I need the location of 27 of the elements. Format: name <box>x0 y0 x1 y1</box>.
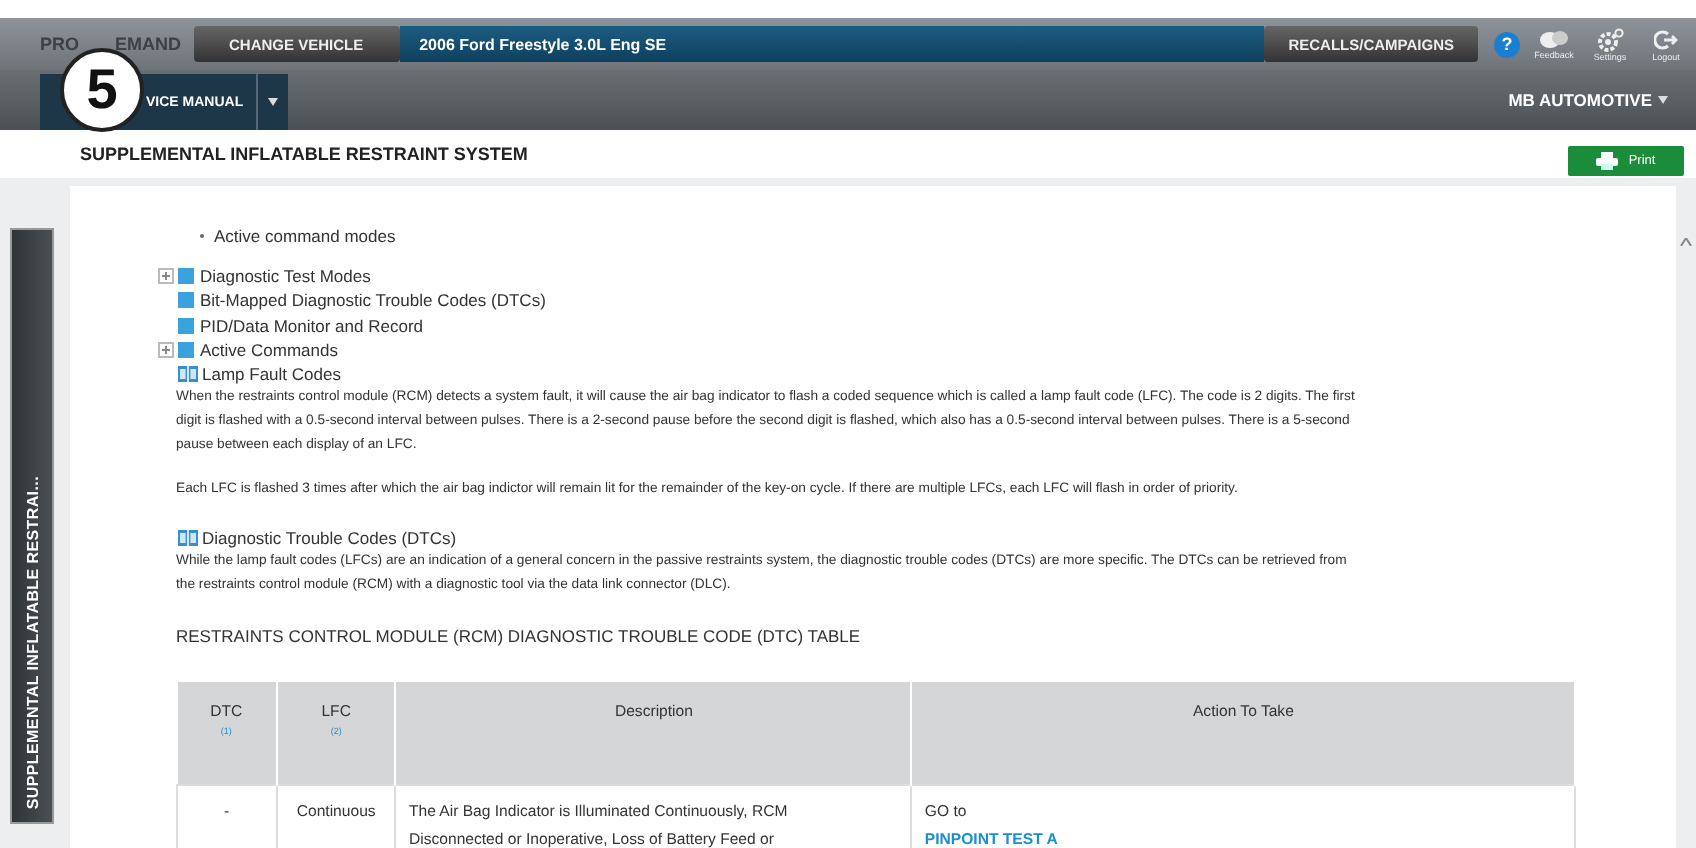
account-menu[interactable]: MB AUTOMOTIVE <box>1496 88 1680 112</box>
list-item: Active command modes <box>214 226 396 246</box>
table-title: RESTRAINTS CONTROL MODULE (RCM) DIAGNOSTIC TROUBLE CODE (DTC) TABLE <box>176 626 863 647</box>
book-icon <box>178 530 198 547</box>
topic-link[interactable]: Bit-Mapped Diagnostic Trouble Codes (DTCs) <box>200 290 546 311</box>
topic-link[interactable]: Active Commands <box>200 340 338 361</box>
topic-link[interactable]: PID/Data Monitor and Record <box>200 315 423 336</box>
side-tab-label: SUPPLEMENTAL INFLATABLE RESTRAI... <box>23 476 41 810</box>
printer-icon <box>1596 151 1619 169</box>
logout-icon <box>1654 27 1678 51</box>
book-icon <box>178 366 198 383</box>
scroll-up-icon[interactable] <box>1678 238 1694 246</box>
section-title: Lamp Fault Codes <box>202 364 341 385</box>
chat-bubble-icon <box>1538 29 1570 49</box>
page-title: SUPPLEMENTAL INFLATABLE RESTRAINT SYSTEM <box>80 144 528 164</box>
help-button[interactable]: ? <box>1494 31 1520 57</box>
gear-icon <box>1596 27 1624 51</box>
caret-icon <box>1658 96 1668 104</box>
expand-toggle[interactable] <box>158 342 174 359</box>
brand-logo: PRO <box>40 34 80 54</box>
caret-icon <box>267 98 278 106</box>
section-title: Diagnostic Trouble Codes (DTCs) <box>202 528 457 549</box>
topic-link[interactable]: Diagnostic Test Modes <box>200 266 371 287</box>
expand-toggle[interactable] <box>158 268 174 285</box>
brand-logo: EMAND <box>115 34 182 54</box>
side-tab[interactable]: SUPPLEMENTAL INFLATABLE RESTRAI... <box>10 228 54 824</box>
vehicle-name: 2006 Ford Freestyle 3.0L Eng SE <box>419 35 667 53</box>
